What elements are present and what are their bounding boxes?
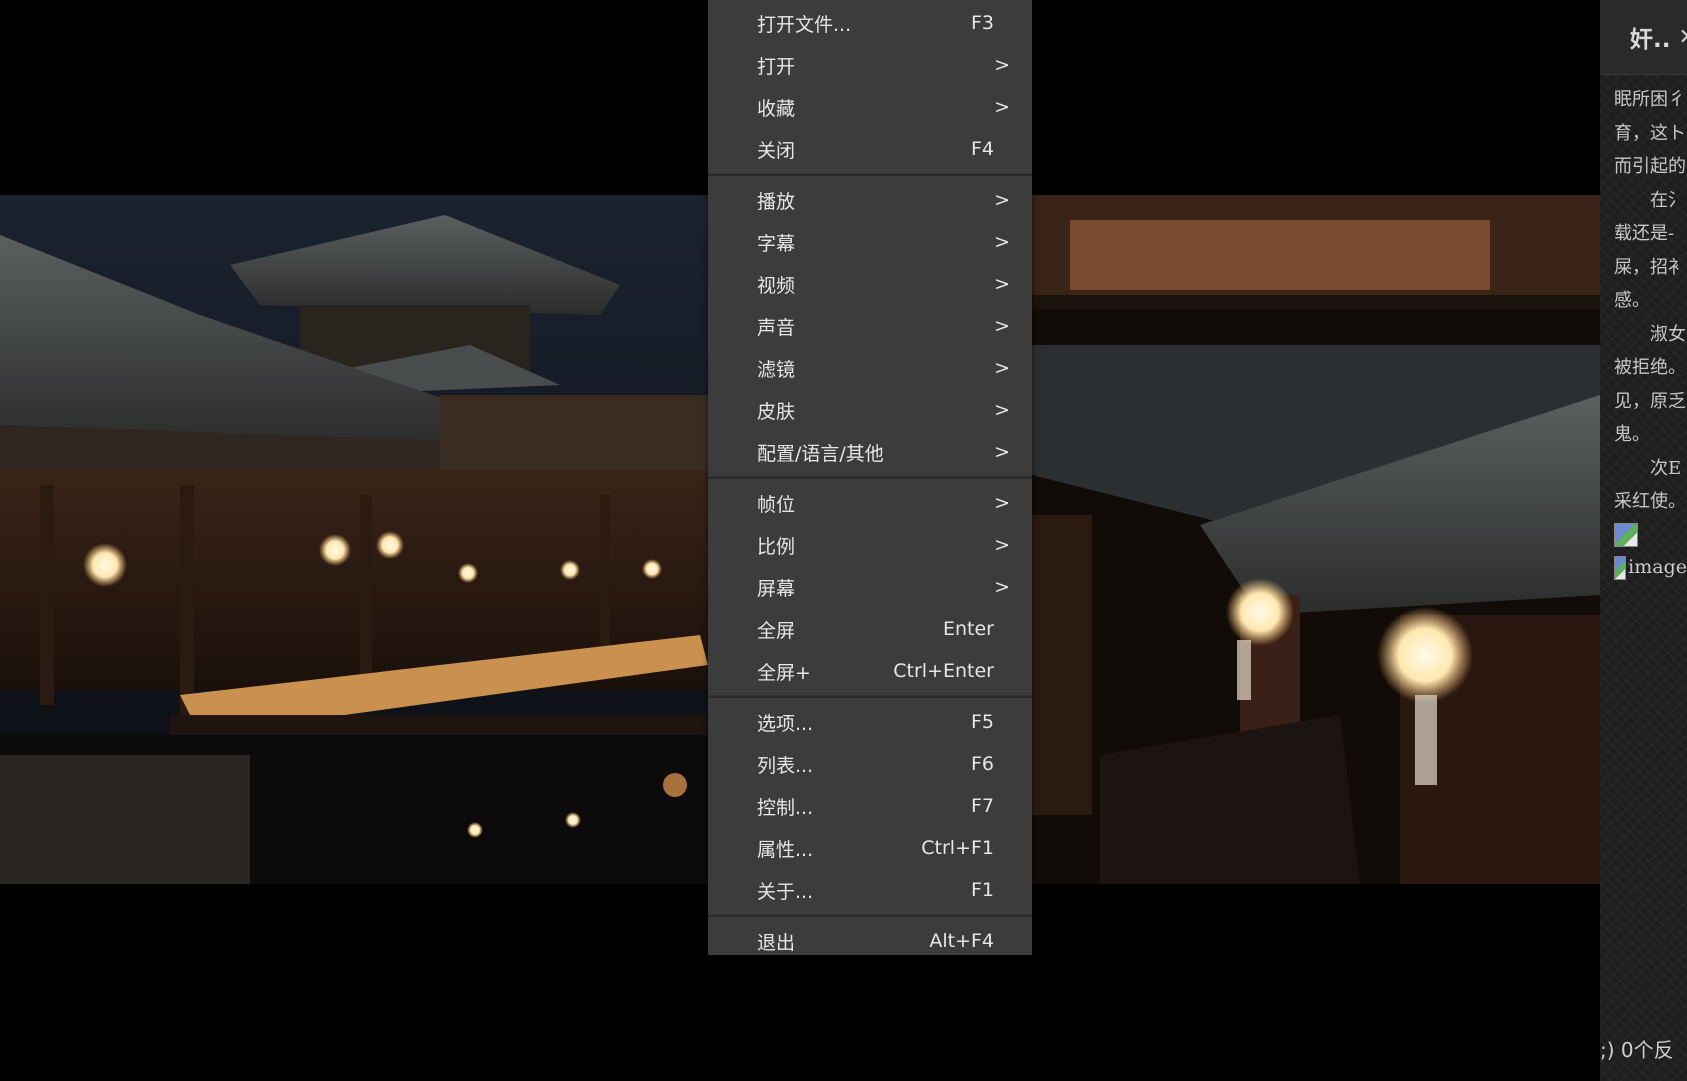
article-line: 见，原乏 (1614, 390, 1686, 412)
menu-item[interactable]: 退出 Alt+F4 (708, 920, 1032, 962)
menu-item[interactable]: 列表... F6 (708, 743, 1032, 785)
article-line: 育，这ト (1614, 122, 1686, 144)
menu-item-label: 字幕 (757, 232, 796, 255)
article-line: 次E (1614, 457, 1682, 479)
article-line: 采红使。 (1614, 491, 1686, 512)
article-line: 在氵 (1614, 189, 1686, 211)
submenu-arrow-icon: > (994, 492, 1010, 514)
menu-item-label: 滤镜 (757, 358, 796, 381)
menu-item-label: 打开文件... (757, 13, 852, 36)
menu-item[interactable]: 屏幕 > (708, 566, 1032, 608)
menu-item-label: 皮肤 (757, 400, 796, 423)
menu-item-label: 帧位 (757, 493, 796, 516)
menu-item[interactable]: 字幕 > (708, 221, 1032, 263)
menu-item[interactable]: 选项... F5 (708, 701, 1032, 743)
menu-item-shortcut: F4 (970, 138, 994, 160)
menu-item[interactable]: 滤镜 > (708, 347, 1032, 389)
menu-separator (708, 173, 1032, 176)
menu-item-shortcut: Ctrl+Enter (893, 660, 994, 682)
menu-item-shortcut: F6 (970, 753, 994, 775)
submenu-arrow-icon: > (994, 441, 1010, 463)
submenu-arrow-icon: > (994, 273, 1010, 295)
menu-item-label: 关于... (757, 880, 814, 903)
menu-item-label: 视频 (757, 274, 796, 297)
menu-item[interactable]: 关于... F1 (708, 869, 1032, 911)
broken-image-alt: image (1628, 556, 1687, 579)
article-line: 鬼。 (1614, 424, 1650, 445)
submenu-arrow-icon: > (994, 399, 1010, 421)
menu-item-shortcut: Alt+F4 (929, 930, 994, 952)
menu-item[interactable]: 打开 > (708, 44, 1032, 86)
menu-item-label: 关闭 (757, 139, 796, 162)
article-line: 淑女 (1614, 323, 1686, 345)
submenu-arrow-icon: > (994, 315, 1010, 337)
menu-item-label: 选项... (757, 712, 814, 735)
menu-item-label: 全屏 (757, 619, 796, 642)
article-line: 被拒绝。 (1614, 357, 1686, 378)
menu-item[interactable]: 比例 > (708, 524, 1032, 566)
menu-item-shortcut: F3 (970, 12, 994, 34)
close-icon[interactable]: ✕ (1678, 25, 1687, 50)
article-line: 眠所困彳 (1614, 89, 1686, 110)
submenu-arrow-icon: > (994, 534, 1010, 556)
article-footer-status: ;) 0个反 (1600, 1038, 1674, 1062)
submenu-arrow-icon: > (994, 96, 1010, 118)
menu-separator (708, 914, 1032, 917)
broken-image (1614, 519, 1687, 552)
menu-item[interactable]: 皮肤 > (708, 389, 1032, 431)
article-line: 感。 (1614, 290, 1650, 311)
menu-item[interactable]: 关闭 F4 (708, 128, 1032, 170)
menu-item[interactable]: 视频 > (708, 263, 1032, 305)
submenu-arrow-icon: > (994, 357, 1010, 379)
menu-item-shortcut: Enter (943, 618, 994, 640)
menu-item-label: 比例 (757, 535, 796, 558)
article-tab-header[interactable]: 奸.. ✕ (1600, 0, 1687, 75)
menu-item-label: 播放 (757, 190, 796, 213)
menu-item[interactable]: 配置/语言/其他 > (708, 431, 1032, 473)
submenu-arrow-icon: > (994, 189, 1010, 211)
broken-image-icon (1614, 556, 1627, 580)
menu-item[interactable]: 声音 > (708, 305, 1032, 347)
submenu-arrow-icon: > (994, 231, 1010, 253)
menu-item[interactable]: 全屏 Enter (708, 608, 1032, 650)
menu-item-label: 控制... (757, 796, 814, 819)
menu-item[interactable]: 属性... Ctrl+F1 (708, 827, 1032, 869)
article-title: 奸.. (1630, 27, 1671, 53)
menu-item-label: 屏幕 (757, 577, 796, 600)
menu-item-shortcut: F1 (970, 879, 994, 901)
menu-item[interactable]: 播放 > (708, 179, 1032, 221)
article-body: 眠所困彳 育，这ト 而引起的 在氵 载还是- 屎，招衤 感。 淑女 被拒绝。 见… (1600, 75, 1687, 585)
menu-item-label: 退出 (757, 931, 796, 954)
article-side-panel: 奸.. ✕ 眠所困彳 育，这ト 而引起的 在氵 载还是- 屎，招衤 感。 淑女 … (1600, 0, 1687, 1081)
menu-item[interactable]: 收藏 > (708, 86, 1032, 128)
menu-item-shortcut: F7 (970, 795, 994, 817)
submenu-arrow-icon: > (994, 54, 1010, 76)
menu-item-shortcut: Ctrl+F1 (921, 837, 994, 859)
context-menu: 打开文件... F3 打开 > 收藏 > 关闭 F4 播放 > 字幕 > 视频 > 声音 > 滤镜 > 皮肤 > 配置/… (708, 0, 1032, 955)
menu-item-label: 全屏+ (757, 661, 811, 684)
menu-item[interactable]: 帧位 > (708, 482, 1032, 524)
article-line: 载还是- (1614, 223, 1675, 244)
menu-item[interactable]: 控制... F7 (708, 785, 1032, 827)
menu-item-label: 列表... (757, 754, 814, 777)
menu-item-label: 收藏 (757, 97, 796, 120)
menu-item[interactable]: 全屏+ Ctrl+Enter (708, 650, 1032, 692)
menu-item-shortcut: F5 (970, 711, 994, 733)
menu-item-label: 属性... (757, 838, 814, 861)
broken-image: image (1614, 552, 1687, 585)
broken-image-icon (1614, 523, 1638, 547)
menu-item-label: 打开 (757, 55, 796, 78)
article-line: 屎，招衤 (1614, 256, 1686, 278)
menu-item-label: 声音 (757, 316, 796, 339)
video-player-window: 奸.. ✕ 眠所困彳 育，这ト 而引起的 在氵 载还是- 屎，招衤 感。 淑女 … (0, 0, 1687, 1081)
submenu-arrow-icon: > (994, 576, 1010, 598)
menu-separator (708, 695, 1032, 698)
menu-item-label: 配置/语言/其他 (757, 442, 884, 465)
article-line: 而引起的 (1614, 156, 1686, 177)
menu-item[interactable]: 打开文件... F3 (708, 2, 1032, 44)
menu-separator (708, 476, 1032, 479)
